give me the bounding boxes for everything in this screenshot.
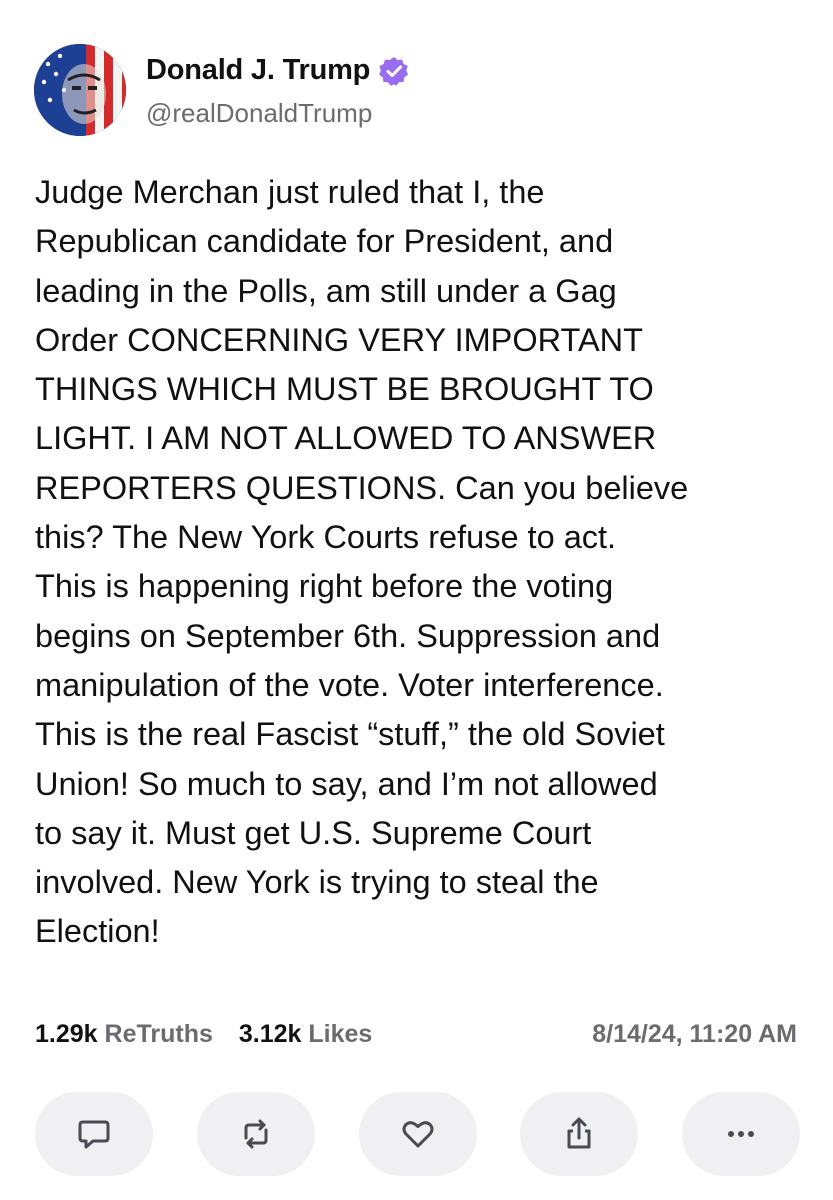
like-button[interactable] bbox=[358, 1092, 477, 1176]
verified-badge-icon bbox=[379, 56, 409, 86]
more-options-button[interactable] bbox=[682, 1092, 800, 1176]
reply-button[interactable] bbox=[35, 1092, 153, 1176]
likes-stat[interactable]: 3.12k Likes bbox=[239, 1020, 372, 1049]
post-header: Donald J. Trump @realDonaldTrump bbox=[34, 42, 814, 136]
post-body-text: Judge Merchan just ruled that I, the Rep… bbox=[35, 174, 689, 950]
more-icon bbox=[728, 1131, 754, 1137]
post-stats: 1.29k ReTruths 3.12k Likes 8/14/24, 11:2… bbox=[35, 1016, 797, 1052]
avatar-image bbox=[34, 44, 126, 136]
author-display-name[interactable]: Donald J. Trump bbox=[146, 54, 370, 87]
like-icon bbox=[402, 1121, 433, 1148]
author-handle[interactable]: @realDonaldTrump bbox=[146, 98, 372, 129]
reply-icon bbox=[78, 1120, 110, 1149]
retruths-stat[interactable]: 1.29k ReTruths bbox=[35, 1020, 213, 1049]
likes-count: 3.12k bbox=[238, 1019, 302, 1048]
avatar[interactable] bbox=[34, 44, 126, 136]
retruth-button[interactable] bbox=[196, 1092, 315, 1176]
retruths-label: ReTruths bbox=[104, 1019, 213, 1048]
share-icon bbox=[567, 1117, 591, 1149]
action-bar bbox=[35, 1092, 800, 1176]
share-button[interactable] bbox=[520, 1092, 639, 1176]
likes-label: Likes bbox=[308, 1019, 373, 1048]
retruths-count: 1.29k bbox=[35, 1019, 98, 1048]
post-timestamp: 8/14/24, 11:20 AM bbox=[592, 1019, 797, 1048]
retruth-icon bbox=[244, 1119, 268, 1149]
